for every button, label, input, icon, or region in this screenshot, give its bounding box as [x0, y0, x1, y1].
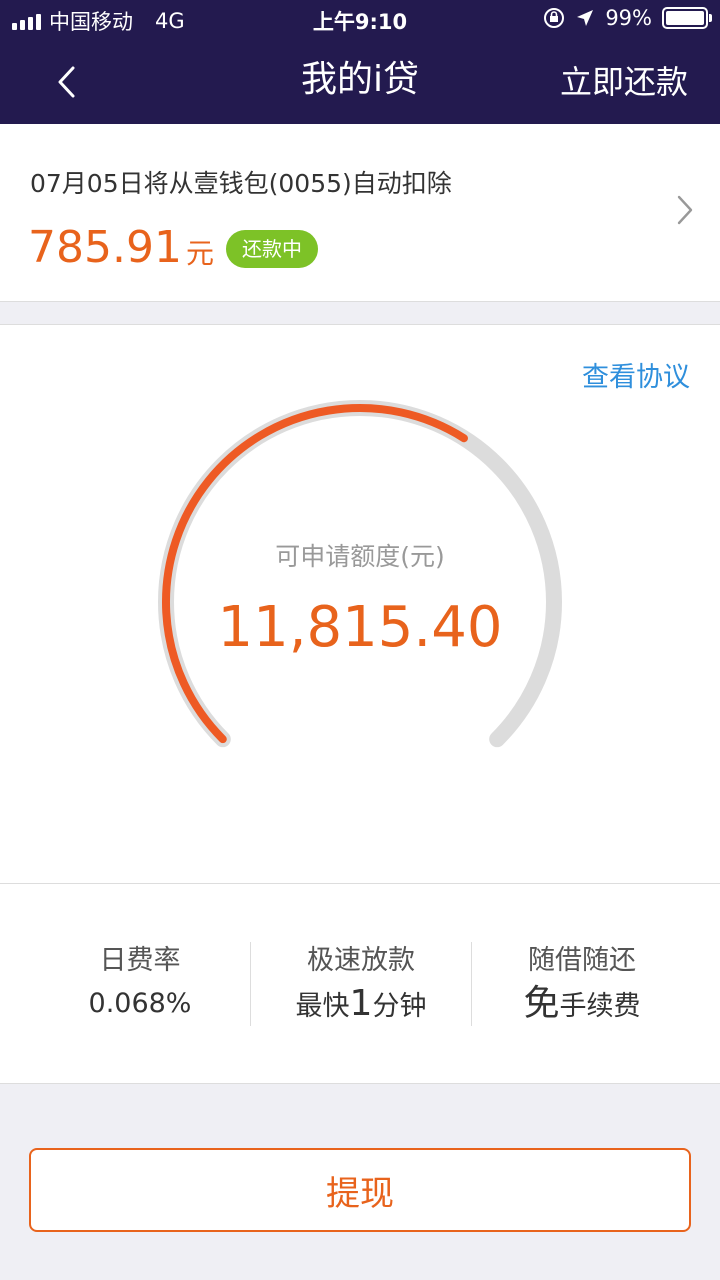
- feature-value-big: 免: [523, 983, 560, 1024]
- status-bar: 中国移动 4G 上午9:10 99%: [0, 0, 720, 40]
- gauge-progress: [162, 404, 468, 744]
- feature-value: 免手续费: [472, 980, 692, 1031]
- chevron-left-icon: [58, 66, 75, 98]
- feature-value-prefix: 最快: [295, 991, 350, 1022]
- battery-icon: [662, 7, 712, 29]
- feature-value: 最快1分钟: [251, 980, 471, 1031]
- nav-bar: 我的i贷 立即还款: [0, 40, 720, 124]
- repay-now-button[interactable]: 立即还款: [560, 60, 688, 104]
- credit-limit-card: 查看协议 可申请额度(元) 11,815.40: [0, 324, 720, 884]
- status-right: 99%: [543, 6, 712, 30]
- withdraw-button[interactable]: 提现: [29, 1148, 691, 1232]
- repayment-card[interactable]: 07月05日将从壹钱包(0055)自动扣除 785.91 元 还款中: [0, 124, 720, 302]
- credit-label: 可申请额度(元): [275, 542, 445, 571]
- status-badge: 还款中: [225, 230, 318, 268]
- battery-fill: [666, 11, 704, 25]
- repayment-amount: 785.91: [28, 222, 182, 273]
- feature-title: 极速放款: [307, 945, 415, 976]
- repayment-description: 07月05日将从壹钱包(0055)自动扣除: [30, 169, 452, 198]
- feature-value-suffix: 手续费: [559, 991, 641, 1022]
- repayment-unit: 元: [185, 237, 214, 270]
- battery-percent: 99%: [605, 6, 652, 30]
- orientation-lock-icon: [544, 8, 565, 28]
- back-button[interactable]: [42, 58, 90, 106]
- feature-value: 0.068%: [88, 988, 192, 1019]
- repayment-amount-row: 785.91 元 还款中: [28, 222, 318, 274]
- feature-title: 日费率: [99, 945, 181, 976]
- gauge-track: [158, 400, 562, 748]
- credit-amount: 11,815.40: [217, 595, 503, 660]
- location-arrow-icon: [577, 10, 594, 26]
- chevron-right-icon: [677, 195, 693, 225]
- features-section: 日费率 0.068% 极速放款 最快1分钟 随借随还 免手续费: [0, 884, 720, 1084]
- feature-daily-rate: 日费率 0.068%: [30, 942, 250, 1028]
- feature-value-suffix: 分钟: [372, 991, 427, 1022]
- feature-no-fee: 随借随还 免手续费: [472, 942, 692, 1031]
- feature-title: 随借随还: [528, 945, 636, 976]
- feature-fast-loan: 极速放款 最快1分钟: [251, 942, 471, 1031]
- feature-value-big: 1: [349, 983, 373, 1024]
